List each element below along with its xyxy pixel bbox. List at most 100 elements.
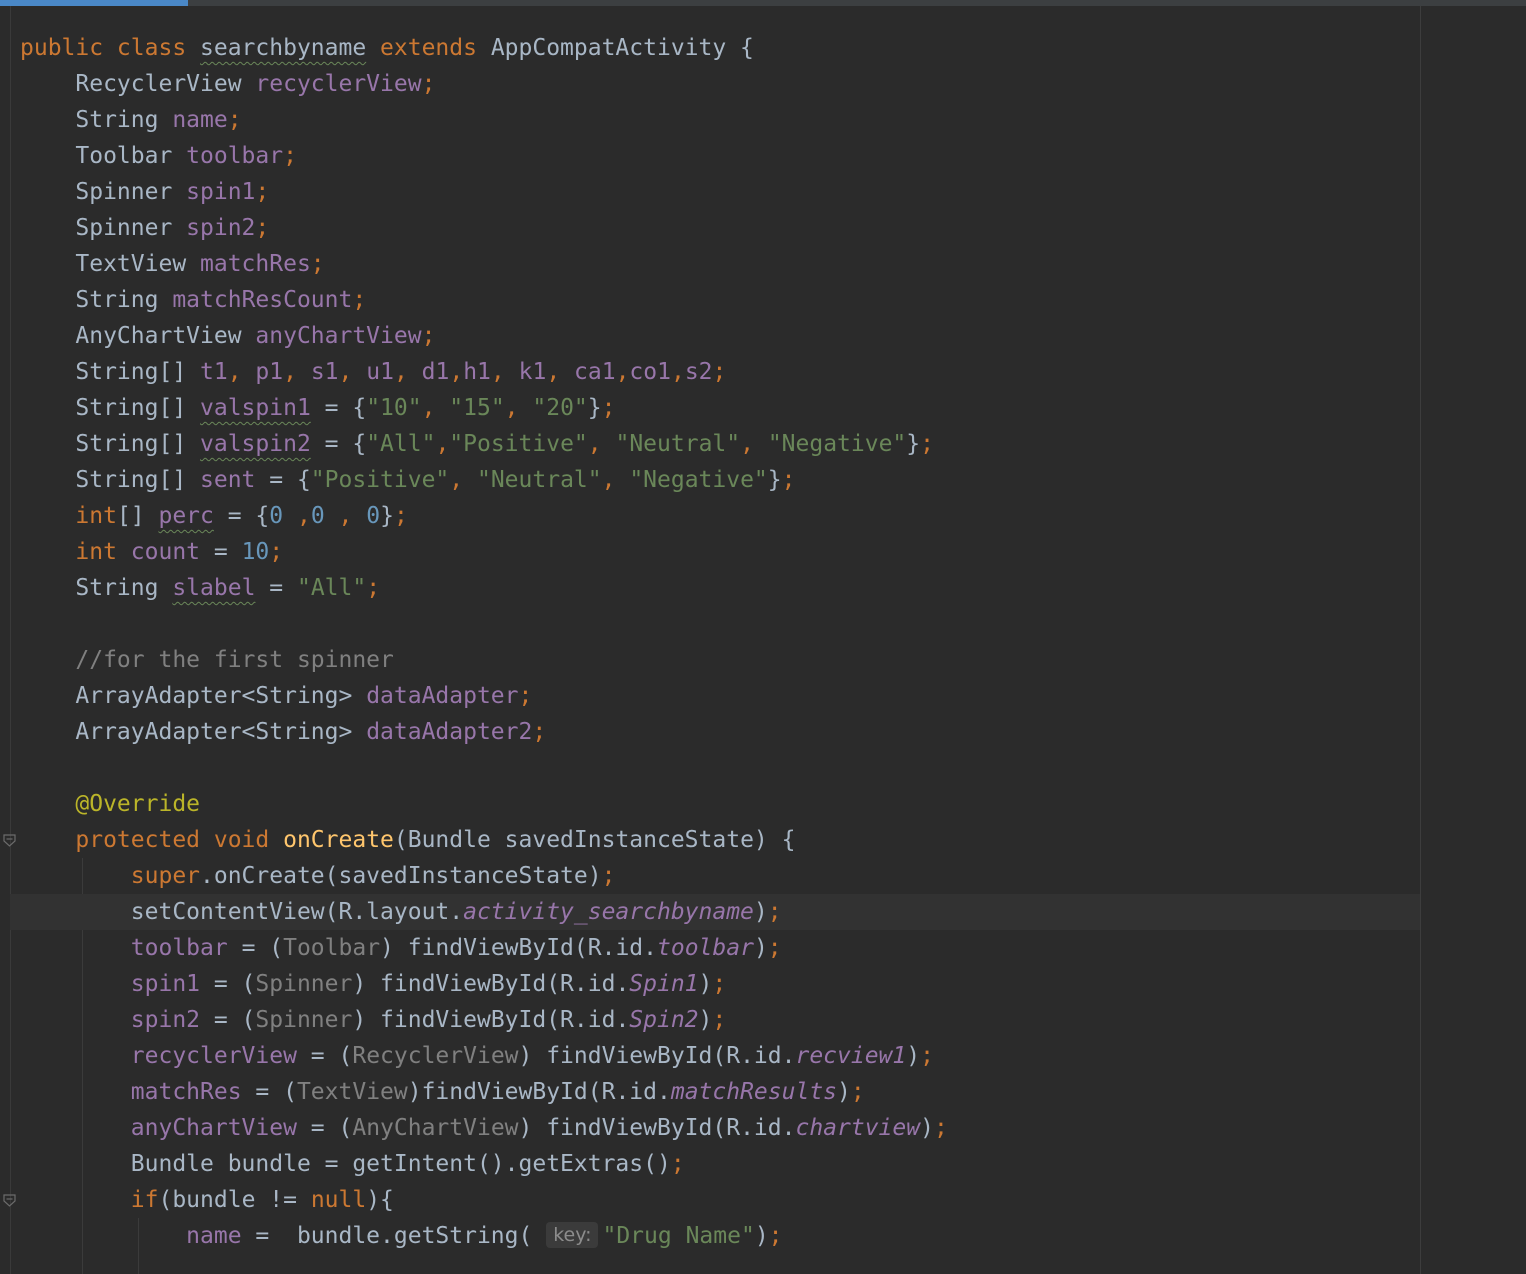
code-token: = { bbox=[310, 431, 367, 457]
code-token: ) findViewById(R.id. bbox=[352, 971, 630, 997]
field-token: co1 bbox=[629, 359, 671, 385]
keyword-token: ; bbox=[670, 1151, 685, 1177]
code-line[interactable]: TextView matchRes; bbox=[20, 246, 948, 282]
keyword-token: ; bbox=[712, 971, 727, 997]
keyword-token: null bbox=[310, 1187, 367, 1213]
field-token: count bbox=[130, 539, 201, 565]
active-file-tab-indicator[interactable] bbox=[0, 0, 188, 6]
field-token: slabel bbox=[172, 575, 256, 601]
field-token: chartview bbox=[795, 1115, 921, 1141]
code-line[interactable]: String matchResCount; bbox=[20, 282, 948, 318]
parameter-hint: key: bbox=[546, 1222, 599, 1248]
code-token: = { bbox=[213, 503, 270, 529]
field-token: valspin2 bbox=[200, 431, 311, 457]
code-line[interactable]: Spinner spin1; bbox=[20, 174, 948, 210]
code-line[interactable]: RecyclerView recyclerView; bbox=[20, 66, 948, 102]
code-token: String[] bbox=[20, 395, 201, 421]
code-line[interactable]: matchRes = (TextView)findViewById(R.id.m… bbox=[20, 1074, 948, 1110]
code-line[interactable]: String name; bbox=[20, 102, 948, 138]
code-token: = bbox=[255, 575, 297, 601]
code-line[interactable]: int count = 10; bbox=[20, 534, 948, 570]
code-token: RecyclerView bbox=[20, 71, 256, 97]
code-line[interactable]: spin1 = (Spinner) findViewById(R.id.Spin… bbox=[20, 966, 948, 1002]
code-line[interactable]: String[] t1, p1, s1, u1, d1,h1, k1, ca1,… bbox=[20, 354, 948, 390]
code-token: = bbox=[200, 539, 242, 565]
code-line[interactable]: public class searchbyname extends AppCom… bbox=[20, 30, 948, 66]
code-line[interactable]: Toolbar toolbar; bbox=[20, 138, 948, 174]
code-line[interactable]: Bundle bundle = getIntent().getExtras(); bbox=[20, 1146, 948, 1182]
code-line[interactable]: @Override bbox=[20, 786, 948, 822]
code-token: ) findViewById(R.id. bbox=[380, 935, 657, 961]
code-token: = ( bbox=[296, 1115, 353, 1141]
field-token: spin1 bbox=[20, 971, 201, 997]
right-margin-guide bbox=[1420, 6, 1421, 1274]
code-token: )findViewById(R.id. bbox=[407, 1079, 671, 1105]
code-line[interactable]: String[] sent = {"Positive", "Neutral", … bbox=[20, 462, 948, 498]
code-token: } bbox=[906, 431, 921, 457]
code-line[interactable]: int[] perc = {0 ,0 , 0}; bbox=[20, 498, 948, 534]
code-token: [] bbox=[116, 503, 159, 529]
code-line[interactable]: toolbar = (Toolbar) findViewById(R.id.to… bbox=[20, 930, 948, 966]
code-token: ) bbox=[753, 899, 768, 925]
keyword-token: int bbox=[75, 503, 117, 529]
cast-type-token: TextView bbox=[296, 1079, 408, 1105]
keyword-token: int bbox=[75, 539, 131, 565]
code-token: = ( bbox=[200, 1007, 256, 1033]
code-line[interactable]: String[] valspin1 = {"10", "15", "20"}; bbox=[20, 390, 948, 426]
cast-type-token: RecyclerView bbox=[352, 1043, 519, 1069]
fold-collapse-icon[interactable] bbox=[3, 1194, 16, 1208]
field-token: d1 bbox=[421, 359, 450, 385]
code-line[interactable]: anyChartView = (AnyChartView) findViewBy… bbox=[20, 1110, 948, 1146]
code-token: ) bbox=[920, 1115, 934, 1141]
code-token: .onCreate(savedInstanceState) bbox=[200, 863, 602, 889]
method-name-token: onCreate bbox=[283, 827, 394, 853]
code-line[interactable]: String[] valspin2 = {"All","Positive", "… bbox=[20, 426, 948, 462]
cast-type-token: AnyChartView bbox=[352, 1115, 519, 1141]
number-literal: 10 bbox=[241, 539, 270, 565]
code-line[interactable] bbox=[20, 606, 948, 642]
code-token: ) findViewById(R.id. bbox=[518, 1043, 796, 1069]
code-line[interactable] bbox=[20, 750, 948, 786]
code-token: AnyChartView bbox=[20, 323, 256, 349]
code-area[interactable]: public class searchbyname extends AppCom… bbox=[10, 30, 1420, 1254]
code-line[interactable]: if(bundle != null){ bbox=[20, 1182, 948, 1218]
code-token: String bbox=[20, 107, 173, 133]
code-line-current[interactable]: setContentView(R.layout.activity_searchb… bbox=[10, 894, 1420, 930]
keyword-token: , bbox=[449, 467, 477, 493]
field-token: recyclerView bbox=[255, 71, 422, 97]
code-token: } bbox=[767, 467, 782, 493]
field-token: anyChartView bbox=[20, 1115, 297, 1141]
code-token: } bbox=[380, 503, 394, 529]
code-line[interactable]: name = bundle.getString( key: "Drug Name"… bbox=[20, 1218, 948, 1254]
code-line[interactable]: super.onCreate(savedInstanceState); bbox=[20, 858, 948, 894]
keyword-token: , bbox=[740, 431, 768, 457]
code-line[interactable]: String slabel = "All"; bbox=[20, 570, 948, 606]
string-literal: "Drug Name" bbox=[602, 1223, 755, 1249]
keyword-token: , bbox=[490, 359, 519, 385]
code-line[interactable]: Spinner spin2; bbox=[20, 210, 948, 246]
field-token: dataAdapter2 bbox=[366, 719, 533, 745]
fold-collapse-icon[interactable] bbox=[3, 834, 16, 848]
keyword-token: , bbox=[504, 395, 533, 421]
field-token: matchRes bbox=[20, 1079, 242, 1105]
code-line[interactable]: //for the first spinner bbox=[20, 642, 948, 678]
code-line[interactable]: protected void onCreate(Bundle savedInst… bbox=[20, 822, 948, 858]
code-token: Bundle bundle = getIntent().getExtras() bbox=[20, 1151, 671, 1177]
keyword-token: ; bbox=[601, 395, 616, 421]
code-token: Spinner bbox=[20, 215, 187, 241]
keyword-token: ; bbox=[393, 503, 408, 529]
code-line[interactable]: AnyChartView anyChartView; bbox=[20, 318, 948, 354]
code-editor[interactable]: public class searchbyname extends AppCom… bbox=[0, 0, 1526, 1274]
editor-tab-strip bbox=[0, 0, 1526, 6]
keyword-token: ; bbox=[920, 431, 935, 457]
string-literal: "All" bbox=[366, 431, 436, 457]
code-line[interactable]: recyclerView = (RecyclerView) findViewBy… bbox=[20, 1038, 948, 1074]
code-token: ) bbox=[906, 1043, 921, 1069]
keyword-token: ; bbox=[518, 683, 533, 709]
field-token: toolbar bbox=[657, 935, 754, 961]
keyword-token: ; bbox=[255, 179, 270, 205]
code-line[interactable]: ArrayAdapter<String> dataAdapter2; bbox=[20, 714, 948, 750]
code-line[interactable]: ArrayAdapter<String> dataAdapter; bbox=[20, 678, 948, 714]
keyword-token: , bbox=[283, 359, 311, 385]
code-line[interactable]: spin2 = (Spinner) findViewById(R.id.Spin… bbox=[20, 1002, 948, 1038]
